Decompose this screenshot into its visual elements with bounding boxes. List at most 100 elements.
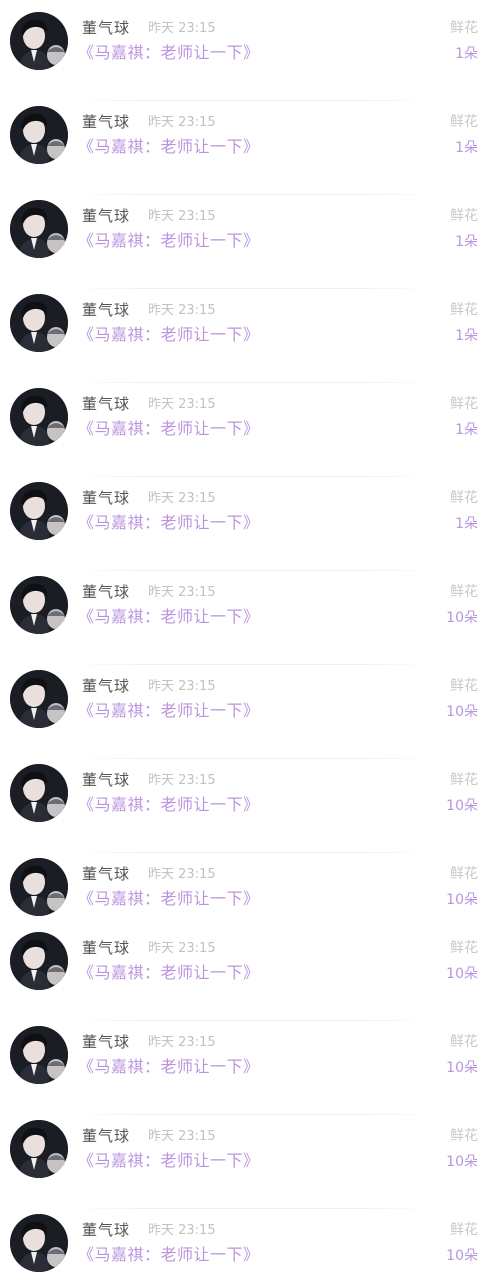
row-divider bbox=[72, 1020, 434, 1021]
work-title-link[interactable]: 《马嘉祺：老师让一下》 bbox=[78, 1150, 260, 1172]
user-avatar-icon[interactable] bbox=[10, 388, 68, 446]
work-title-link[interactable]: 《马嘉祺：老师让一下》 bbox=[78, 606, 260, 628]
gift-record-row[interactable]: 董气球 昨天 23:15 《马嘉祺：老师让一下》 鲜花 10朵 bbox=[0, 852, 494, 922]
work-title-link[interactable]: 《马嘉祺：老师让一下》 bbox=[78, 136, 260, 158]
row-divider bbox=[72, 476, 434, 477]
gift-type-label: 鲜花 bbox=[450, 772, 478, 788]
row-divider bbox=[72, 100, 434, 101]
user-avatar-icon[interactable] bbox=[10, 1026, 68, 1084]
user-avatar-icon[interactable] bbox=[10, 764, 68, 822]
send-time: 昨天 23:15 bbox=[148, 941, 216, 956]
work-title-link[interactable]: 《马嘉祺：老师让一下》 bbox=[78, 418, 260, 440]
sender-name: 董气球 bbox=[82, 113, 131, 131]
gift-count: 10朵 bbox=[446, 610, 478, 626]
send-time: 昨天 23:15 bbox=[148, 1129, 216, 1144]
work-title-link[interactable]: 《马嘉祺：老师让一下》 bbox=[78, 962, 260, 984]
work-title-link[interactable]: 《马嘉祺：老师让一下》 bbox=[78, 1056, 260, 1078]
row-divider bbox=[72, 382, 434, 383]
user-avatar-icon[interactable] bbox=[10, 1214, 68, 1272]
gift-count: 10朵 bbox=[446, 704, 478, 720]
user-avatar-icon[interactable] bbox=[10, 576, 68, 634]
gift-record-row[interactable]: 董气球 昨天 23:15 《马嘉祺：老师让一下》 鲜花 10朵 bbox=[0, 570, 494, 640]
user-avatar-icon[interactable] bbox=[10, 482, 68, 540]
sender-name: 董气球 bbox=[82, 489, 131, 507]
gift-type-label: 鲜花 bbox=[450, 114, 478, 130]
gift-type-label: 鲜花 bbox=[450, 20, 478, 36]
work-title-link[interactable]: 《马嘉祺：老师让一下》 bbox=[78, 888, 260, 910]
sender-name: 董气球 bbox=[82, 939, 131, 957]
gift-count: 1朵 bbox=[455, 328, 478, 344]
gift-type-label: 鲜花 bbox=[450, 584, 478, 600]
user-avatar-icon[interactable] bbox=[10, 200, 68, 258]
user-avatar-icon[interactable] bbox=[10, 12, 68, 70]
send-time: 昨天 23:15 bbox=[148, 209, 216, 224]
gift-record-row[interactable]: 董气球 昨天 23:15 《马嘉祺：老师让一下》 鲜花 10朵 bbox=[0, 932, 494, 996]
gift-type-label: 鲜花 bbox=[450, 866, 478, 882]
row-divider bbox=[72, 852, 434, 853]
send-time: 昨天 23:15 bbox=[148, 585, 216, 600]
user-avatar-icon[interactable] bbox=[10, 670, 68, 728]
gift-record-row[interactable]: 董气球 昨天 23:15 《马嘉祺：老师让一下》 鲜花 1朵 bbox=[0, 194, 494, 264]
user-avatar-icon[interactable] bbox=[10, 932, 68, 990]
gift-type-label: 鲜花 bbox=[450, 396, 478, 412]
gift-count: 10朵 bbox=[446, 798, 478, 814]
sender-name: 董气球 bbox=[82, 1033, 131, 1051]
sender-name: 董气球 bbox=[82, 1127, 131, 1145]
work-title-link[interactable]: 《马嘉祺：老师让一下》 bbox=[78, 512, 260, 534]
user-avatar-icon[interactable] bbox=[10, 106, 68, 164]
gift-count: 1朵 bbox=[455, 140, 478, 156]
gift-record-list: 董气球 昨天 23:15 《马嘉祺：老师让一下》 鲜花 1朵 董气球 昨天 23… bbox=[0, 0, 494, 1280]
gift-count: 10朵 bbox=[446, 1060, 478, 1076]
send-time: 昨天 23:15 bbox=[148, 491, 216, 506]
gift-type-label: 鲜花 bbox=[450, 302, 478, 318]
work-title-link[interactable]: 《马嘉祺：老师让一下》 bbox=[78, 230, 260, 252]
send-time: 昨天 23:15 bbox=[148, 1223, 216, 1238]
gift-record-row[interactable]: 董气球 昨天 23:15 《马嘉祺：老师让一下》 鲜花 1朵 bbox=[0, 12, 494, 76]
user-avatar-icon[interactable] bbox=[10, 1120, 68, 1178]
sender-name: 董气球 bbox=[82, 207, 131, 225]
user-avatar-icon[interactable] bbox=[10, 858, 68, 916]
send-time: 昨天 23:15 bbox=[148, 773, 216, 788]
sender-name: 董气球 bbox=[82, 677, 131, 695]
row-divider bbox=[72, 758, 434, 759]
sender-name: 董气球 bbox=[82, 583, 131, 601]
gift-type-label: 鲜花 bbox=[450, 678, 478, 694]
work-title-link[interactable]: 《马嘉祺：老师让一下》 bbox=[78, 324, 260, 346]
work-title-link[interactable]: 《马嘉祺：老师让一下》 bbox=[78, 794, 260, 816]
gift-record-row[interactable]: 董气球 昨天 23:15 《马嘉祺：老师让一下》 鲜花 1朵 bbox=[0, 100, 494, 170]
send-time: 昨天 23:15 bbox=[148, 679, 216, 694]
gift-count: 10朵 bbox=[446, 966, 478, 982]
gift-record-row[interactable]: 董气球 昨天 23:15 《马嘉祺：老师让一下》 鲜花 10朵 bbox=[0, 758, 494, 828]
gift-count: 1朵 bbox=[455, 234, 478, 250]
sender-name: 董气球 bbox=[82, 19, 131, 37]
sender-name: 董气球 bbox=[82, 301, 131, 319]
send-time: 昨天 23:15 bbox=[148, 21, 216, 36]
gift-count: 10朵 bbox=[446, 1154, 478, 1170]
gift-record-row[interactable]: 董气球 昨天 23:15 《马嘉祺：老师让一下》 鲜花 1朵 bbox=[0, 476, 494, 546]
sender-name: 董气球 bbox=[82, 865, 131, 883]
gift-type-label: 鲜花 bbox=[450, 940, 478, 956]
row-divider bbox=[72, 1114, 434, 1115]
work-title-link[interactable]: 《马嘉祺：老师让一下》 bbox=[78, 1244, 260, 1266]
gift-type-label: 鲜花 bbox=[450, 1128, 478, 1144]
row-divider bbox=[72, 194, 434, 195]
row-divider bbox=[72, 664, 434, 665]
gift-record-row[interactable]: 董气球 昨天 23:15 《马嘉祺：老师让一下》 鲜花 1朵 bbox=[0, 382, 494, 452]
gift-record-row[interactable]: 董气球 昨天 23:15 《马嘉祺：老师让一下》 鲜花 10朵 bbox=[0, 664, 494, 734]
gift-count: 1朵 bbox=[455, 422, 478, 438]
gift-type-label: 鲜花 bbox=[450, 208, 478, 224]
gift-record-row[interactable]: 董气球 昨天 23:15 《马嘉祺：老师让一下》 鲜花 10朵 bbox=[0, 1208, 494, 1278]
gift-record-row[interactable]: 董气球 昨天 23:15 《马嘉祺：老师让一下》 鲜花 10朵 bbox=[0, 1020, 494, 1090]
gift-record-row[interactable]: 董气球 昨天 23:15 《马嘉祺：老师让一下》 鲜花 10朵 bbox=[0, 1114, 494, 1184]
send-time: 昨天 23:15 bbox=[148, 397, 216, 412]
send-time: 昨天 23:15 bbox=[148, 115, 216, 130]
send-time: 昨天 23:15 bbox=[148, 867, 216, 882]
gift-record-row[interactable]: 董气球 昨天 23:15 《马嘉祺：老师让一下》 鲜花 1朵 bbox=[0, 288, 494, 358]
sender-name: 董气球 bbox=[82, 1221, 131, 1239]
work-title-link[interactable]: 《马嘉祺：老师让一下》 bbox=[78, 42, 260, 64]
gift-count: 10朵 bbox=[446, 892, 478, 908]
work-title-link[interactable]: 《马嘉祺：老师让一下》 bbox=[78, 700, 260, 722]
user-avatar-icon[interactable] bbox=[10, 294, 68, 352]
row-divider bbox=[72, 1208, 434, 1209]
send-time: 昨天 23:15 bbox=[148, 1035, 216, 1050]
